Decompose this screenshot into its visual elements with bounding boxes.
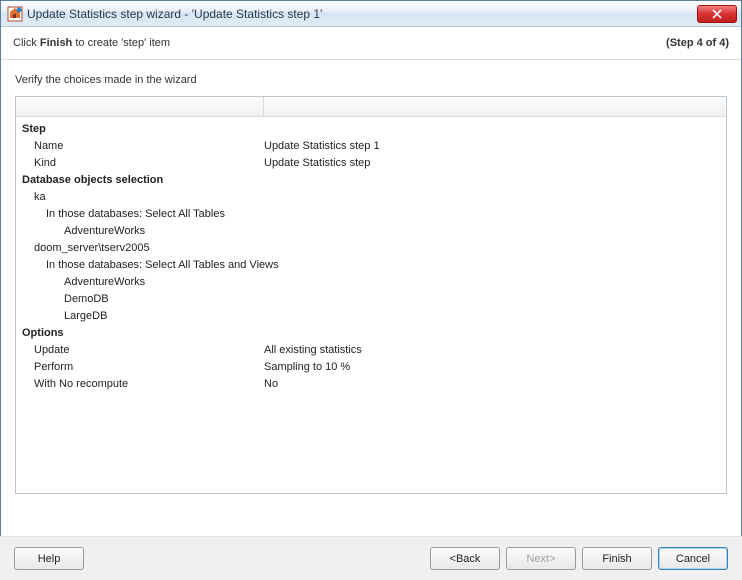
row-scope: In those databases: Select All Tables an… <box>22 257 720 274</box>
label-perform: Perform <box>22 359 264 376</box>
section-step: Step <box>22 121 720 138</box>
summary-col-key <box>16 97 264 116</box>
summary-columns-header <box>16 97 726 117</box>
summary-body: Step Name Update Statistics step 1 Kind … <box>16 117 726 397</box>
help-button[interactable]: Help <box>14 547 84 570</box>
label-kind: Kind <box>22 155 264 172</box>
section-options: Options <box>22 325 720 342</box>
db-name: AdventureWorks <box>22 223 264 240</box>
label-update: Update <box>22 342 264 359</box>
section-dbsel: Database objects selection <box>22 172 720 189</box>
title-bar: Update Statistics step wizard - 'Update … <box>1 1 741 27</box>
header-prefix: Click <box>13 37 40 49</box>
db-name: LargeDB <box>22 308 264 325</box>
summary-col-value <box>264 97 726 116</box>
window-title: Update Statistics step wizard - 'Update … <box>27 7 697 21</box>
row-scope: In those databases: Select All Tables <box>22 206 720 223</box>
summary-panel: Step Name Update Statistics step 1 Kind … <box>15 96 727 494</box>
value-kind: Update Statistics step <box>264 155 720 172</box>
row-db: DemoDB <box>22 291 720 308</box>
finish-button[interactable]: Finish <box>582 547 652 570</box>
row-update: Update All existing statistics <box>22 342 720 359</box>
step-counter: (Step 4 of 4) <box>666 37 729 49</box>
close-icon <box>712 9 722 19</box>
server-scope: In those databases: Select All Tables an… <box>22 257 720 274</box>
content-area: Verify the choices made in the wizard St… <box>1 60 741 494</box>
next-button: Next> <box>506 547 576 570</box>
button-bar: Help <Back Next> Finish Cancel <box>0 536 742 580</box>
value-norecompute: No <box>264 376 720 393</box>
row-kind: Kind Update Statistics step <box>22 155 720 172</box>
back-button[interactable]: <Back <box>430 547 500 570</box>
value-name: Update Statistics step 1 <box>264 138 720 155</box>
app-icon <box>7 6 23 22</box>
row-norecompute: With No recompute No <box>22 376 720 393</box>
header-instruction: Click Finish to create 'step' item <box>13 37 170 49</box>
cancel-button[interactable]: Cancel <box>658 547 728 570</box>
server-name: doom_server\tserv2005 <box>22 240 720 257</box>
row-db: LargeDB <box>22 308 720 325</box>
label-norecompute: With No recompute <box>22 376 264 393</box>
verify-label: Verify the choices made in the wizard <box>15 74 727 86</box>
row-server: ka <box>22 189 720 206</box>
server-name: ka <box>22 189 264 206</box>
db-name: AdventureWorks <box>22 274 264 291</box>
label-name: Name <box>22 138 264 155</box>
wizard-header: Click Finish to create 'step' item (Step… <box>1 27 741 60</box>
section-dbsel-heading: Database objects selection <box>22 172 264 189</box>
section-options-heading: Options <box>22 325 264 342</box>
header-bold: Finish <box>40 37 72 49</box>
row-name: Name Update Statistics step 1 <box>22 138 720 155</box>
header-suffix: to create 'step' item <box>72 37 170 49</box>
row-db: AdventureWorks <box>22 274 720 291</box>
row-perform: Perform Sampling to 10 % <box>22 359 720 376</box>
close-button[interactable] <box>697 5 737 23</box>
server-scope: In those databases: Select All Tables <box>22 206 720 223</box>
section-step-heading: Step <box>22 121 264 138</box>
row-server: doom_server\tserv2005 <box>22 240 720 257</box>
db-name: DemoDB <box>22 291 264 308</box>
row-db: AdventureWorks <box>22 223 720 240</box>
value-update: All existing statistics <box>264 342 720 359</box>
value-perform: Sampling to 10 % <box>264 359 720 376</box>
